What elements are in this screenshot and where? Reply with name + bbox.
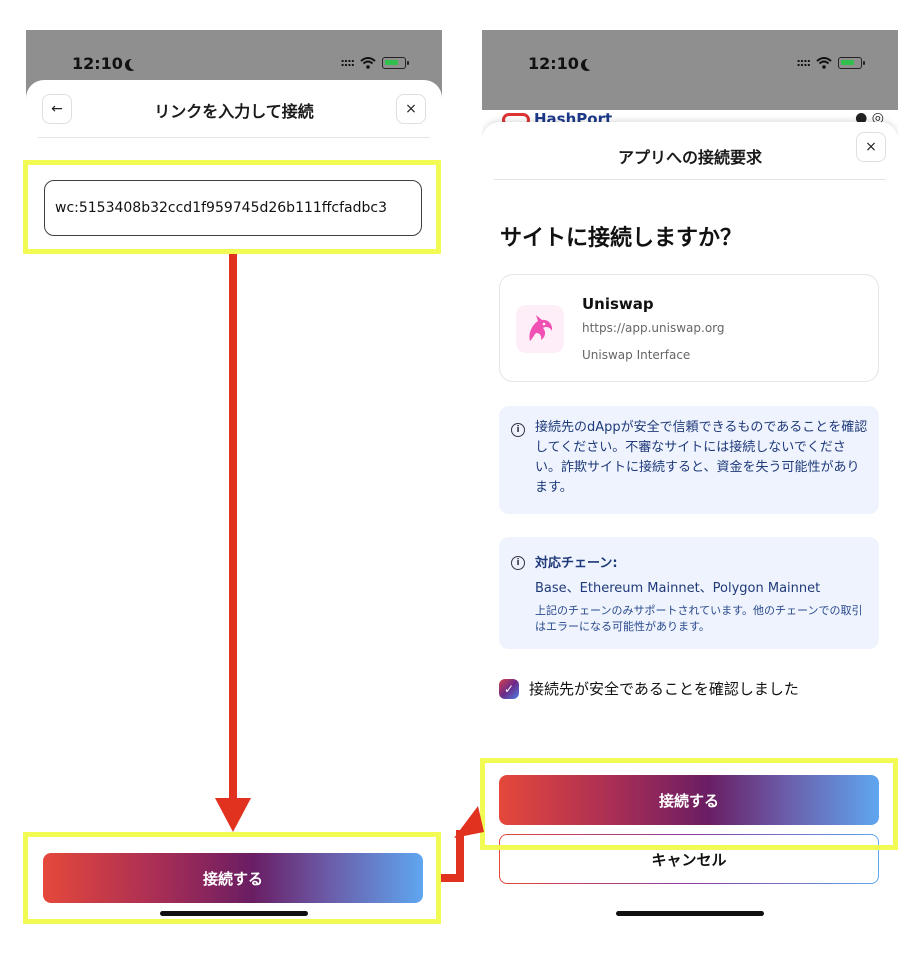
info-icon: i bbox=[511, 423, 525, 437]
cancel-button[interactable]: キャンセル bbox=[499, 834, 879, 884]
phone-right: 12:10 :::: HashPort ● ◎ アプリへの接続要求 × サイトに… bbox=[482, 30, 898, 924]
connect-button[interactable]: 接続する bbox=[499, 775, 879, 825]
unicorn-icon bbox=[529, 315, 553, 341]
page-title: アプリへの接続要求 bbox=[617, 148, 762, 167]
supported-chains-box: i 対応チェーン: Base、Ethereum Mainnet、Polygon … bbox=[499, 537, 879, 649]
status-time-text: 12:10 bbox=[72, 54, 123, 73]
red-arrow-up-right-icon bbox=[454, 806, 484, 838]
supported-chains-title: 対応チェーン: bbox=[535, 556, 618, 571]
connection-request-sheet: アプリへの接続要求 × サイトに接続しますか？ Uniswap https://… bbox=[482, 122, 898, 924]
dapp-name: Uniswap bbox=[582, 295, 654, 313]
confirm-label: 接続先が安全であることを確認しました bbox=[529, 680, 799, 698]
signal-icon: :::: bbox=[340, 56, 355, 69]
uniswap-unicorn-icon bbox=[516, 305, 564, 353]
page-title: リンクを入力して接続 bbox=[154, 102, 314, 121]
close-icon: × bbox=[865, 139, 877, 155]
status-time: 12:10 bbox=[528, 54, 597, 73]
wifi-icon bbox=[360, 56, 376, 69]
supported-chains-list: Base、Ethereum Mainnet、Polygon Mainnet bbox=[535, 581, 821, 596]
checkmark-icon: ✓ bbox=[503, 681, 515, 696]
home-indicator bbox=[616, 911, 764, 916]
info-icon: i bbox=[511, 556, 525, 570]
safety-warning-text: 接続先のdAppが安全で信頼できるものであることを確認してください。不審なサイト… bbox=[535, 420, 868, 495]
wifi-icon bbox=[816, 56, 832, 69]
red-arrow-down-icon bbox=[215, 798, 251, 832]
dapp-url: https://app.uniswap.org bbox=[582, 321, 725, 335]
status-bar: 12:10 :::: HashPort ● ◎ bbox=[482, 30, 898, 128]
status-time-text: 12:10 bbox=[528, 54, 579, 73]
close-button[interactable]: × bbox=[856, 132, 886, 162]
dapp-info-card: Uniswap https://app.uniswap.org Uniswap … bbox=[499, 274, 879, 382]
close-icon: × bbox=[405, 101, 417, 117]
connect-button[interactable]: 接続する bbox=[43, 853, 423, 903]
home-indicator bbox=[160, 911, 308, 916]
connect-question: サイトに接続しますか？ bbox=[500, 226, 743, 251]
dapp-description: Uniswap Interface bbox=[582, 348, 691, 362]
confirm-safety-row[interactable]: ✓ 接続先が安全であることを確認しました bbox=[499, 678, 799, 699]
moon-icon bbox=[129, 58, 141, 70]
red-arrow-shaft bbox=[229, 254, 237, 802]
status-icons: :::: bbox=[796, 56, 865, 69]
status-icons: :::: bbox=[340, 56, 409, 69]
signal-icon: :::: bbox=[796, 56, 811, 69]
safety-warning-box: i 接続先のdAppが安全で信頼できるものであることを確認してください。不審なサ… bbox=[499, 406, 879, 514]
sheet-header: ← リンクを入力して接続 × bbox=[38, 80, 430, 138]
moon-icon bbox=[585, 58, 597, 70]
walletconnect-uri-input[interactable] bbox=[44, 180, 422, 236]
screenshot-stage: 12:10 :::: ← リンクを入力して接続 × wc:5153408b32c… bbox=[0, 0, 920, 954]
confirm-checkbox[interactable]: ✓ bbox=[499, 678, 519, 699]
close-button[interactable]: × bbox=[396, 94, 426, 124]
battery-icon bbox=[838, 56, 865, 69]
status-time: 12:10 bbox=[72, 54, 141, 73]
battery-icon bbox=[382, 56, 409, 69]
supported-chains-note: 上記のチェーンのみサポートされています。他のチェーンでの取引はエラーになる可能性… bbox=[535, 604, 863, 633]
sheet-header: アプリへの接続要求 × bbox=[494, 122, 886, 180]
